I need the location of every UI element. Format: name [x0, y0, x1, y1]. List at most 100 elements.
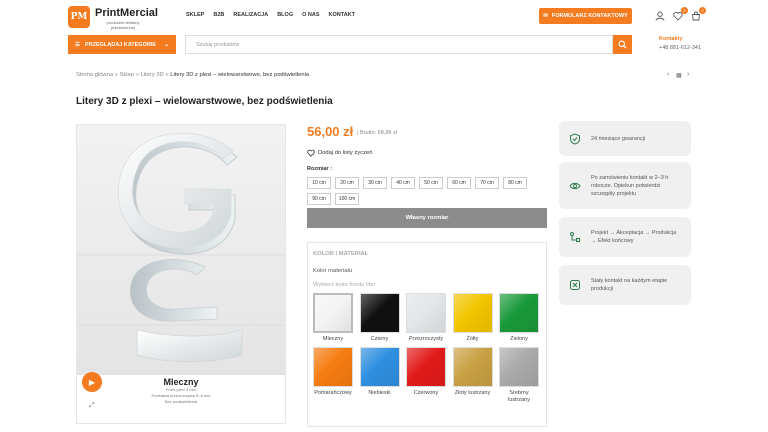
size-option[interactable]: 100 cm	[335, 193, 359, 205]
color-swatch-label: Pomarańczowy	[314, 390, 352, 396]
color-swatch[interactable]: Zielony	[499, 293, 539, 343]
breadcrumb-category[interactable]: Litery 3D	[141, 72, 164, 78]
color-swatch[interactable]: Przezroczysty	[406, 293, 446, 343]
breadcrumb-separator: »	[114, 72, 118, 78]
color-label: Kolor materiału	[313, 268, 352, 274]
breadcrumb-shop[interactable]: Sklep	[120, 72, 135, 78]
add-to-wishlist-label: Dodaj do listy życzeń	[318, 150, 373, 156]
grid-icon[interactable]: ▦	[676, 72, 682, 79]
info-card-text: Projekt → Akceptacja → Produkcja → Efekt…	[591, 230, 677, 244]
browse-categories-label: PRZEGLĄDAJ KATEGORIE	[84, 41, 157, 48]
logo-mark[interactable]: PM	[68, 6, 90, 28]
color-swatch[interactable]: Niebieski	[359, 347, 400, 404]
breadcrumb: Strona główna » Sklep » Litery 3D » Lite…	[76, 72, 309, 78]
gross-price: | Brutto: 68,88 zł	[357, 130, 397, 136]
size-option[interactable]: 10 cm	[307, 177, 331, 189]
info-card-contact-time: Po zamówieniu kontakt w 2–3 h robocze. O…	[559, 162, 691, 209]
color-swatch-sample	[499, 347, 539, 387]
breadcrumb-separator: »	[135, 72, 139, 78]
color-swatch-label: Mleczny	[322, 336, 344, 342]
cart-icon[interactable]: 0	[690, 7, 706, 22]
browse-categories-button[interactable]: ☰ PRZEGLĄDAJ KATEGORIE ⌄	[68, 35, 176, 54]
workflow-icon	[568, 230, 582, 244]
color-swatches: Mleczny Czarny Przezroczysty Żółty Zielony Po…	[313, 293, 543, 404]
color-swatch-label: Srebrny lustrzany	[507, 390, 530, 403]
size-option[interactable]: 90 cm	[307, 193, 331, 205]
main-nav: SKLEP B2B REALIZACJA BLOG O NAS KONTAKT	[186, 12, 355, 18]
breadcrumb-home[interactable]: Strona główna	[76, 72, 113, 78]
color-swatch-sample	[452, 293, 493, 333]
nav-item-o-nas[interactable]: O NAS	[302, 12, 319, 18]
search-input[interactable]: Szukaj produktów	[185, 35, 613, 54]
variant-line: Bez podświetlenia	[164, 399, 198, 404]
phone-number[interactable]: +48 881-612-341	[659, 45, 701, 51]
add-to-wishlist-button[interactable]: Dodaj do listy życzeń	[307, 149, 372, 157]
info-card-text: Stały kontakt na każdym etapie produkcji	[591, 278, 668, 292]
color-swatch-sample	[499, 293, 539, 333]
play-icon: ▶	[88, 377, 96, 387]
color-swatch[interactable]: Żółty	[452, 293, 493, 343]
cart-count-badge: 0	[699, 7, 706, 14]
next-product-icon[interactable]: ›	[687, 71, 689, 78]
product-price: 56,00 zł	[307, 124, 354, 139]
nav-item-kontakt[interactable]: KONTAKT	[329, 12, 355, 18]
info-card-support: Stały kontakt na każdym etapie produkcji	[559, 265, 691, 305]
info-card-text: 24 miesiące gwarancji	[591, 135, 646, 142]
color-swatch-label: Złoty lustrzany	[454, 390, 491, 396]
product-image	[77, 125, 285, 377]
color-swatch-sample	[406, 347, 446, 387]
color-swatch-label: Niebieski	[368, 390, 391, 396]
color-swatch[interactable]: Złoty lustrzany	[452, 347, 493, 404]
logo-name[interactable]: PrintMercial	[95, 7, 158, 19]
contact-label[interactable]: Kontakty	[659, 36, 683, 42]
heart-icon	[307, 149, 315, 157]
wishlist-icon[interactable]: 0	[672, 7, 688, 22]
info-card-workflow: Projekt → Akceptacja → Produkcja → Efekt…	[559, 217, 691, 257]
nav-item-sklep[interactable]: SKLEP	[186, 12, 204, 18]
size-option[interactable]: 60 cm	[447, 177, 471, 189]
breadcrumb-current: Litery 3D z plexi – wielowarstwowe, bez …	[170, 72, 310, 78]
account-icon[interactable]	[654, 10, 666, 22]
color-swatch-sample	[313, 293, 353, 333]
color-swatch-sample	[313, 347, 353, 387]
support-icon	[568, 278, 582, 292]
variant-name: Mleczny	[163, 377, 199, 387]
search-button[interactable]	[613, 35, 632, 54]
color-swatch-label: Czarny	[370, 336, 389, 342]
size-option[interactable]: 40 cm	[391, 177, 415, 189]
color-swatch-label: Żółty	[466, 336, 479, 342]
mail-icon: ✉	[543, 13, 548, 19]
color-swatch[interactable]: Mleczny	[313, 293, 353, 343]
contact-form-button[interactable]: ✉ FORMULARZ KONTAKTOWY	[539, 8, 632, 24]
product-title: Litery 3D z plexi – wielowarstwowe, bez …	[76, 96, 333, 107]
color-swatch[interactable]: Srebrny lustrzany	[499, 347, 539, 404]
material-panel-heading: KOLOR I MATERIAŁ	[313, 251, 369, 257]
eye-icon	[568, 179, 582, 193]
size-option[interactable]: 50 cm	[419, 177, 443, 189]
size-label: Rozmiar :	[307, 166, 333, 172]
nav-item-b2b[interactable]: B2B	[213, 12, 224, 18]
zoom-icon[interactable]: ⤢	[89, 402, 95, 410]
size-option[interactable]: 30 cm	[363, 177, 387, 189]
color-swatch-sample	[406, 293, 446, 333]
play-video-button[interactable]: ▶	[82, 372, 102, 392]
shield-check-icon	[568, 132, 582, 146]
color-swatch[interactable]: Czarny	[359, 293, 400, 343]
search-icon	[618, 40, 627, 49]
color-hint: Wybierz kolor frontu liter	[313, 282, 376, 288]
size-option[interactable]: 20 cm	[335, 177, 359, 189]
product-gallery[interactable]: Mleczny Front plexi 3 mm Podstawa przezr…	[76, 124, 286, 424]
chevron-down-icon: ⌄	[163, 42, 169, 48]
nav-item-blog[interactable]: BLOG	[277, 12, 293, 18]
nav-item-realizacja[interactable]: REALIZACJA	[233, 12, 268, 18]
color-swatch[interactable]: Czerwony	[406, 347, 446, 404]
size-option[interactable]: 70 cm	[475, 177, 499, 189]
color-swatch-sample	[452, 347, 493, 387]
prev-product-icon[interactable]: ‹	[667, 71, 669, 78]
size-options: 10 cm 20 cm 30 cm 40 cm 50 cm 60 cm 70 c…	[307, 177, 547, 205]
info-card-warranty: 24 miesiące gwarancji	[559, 121, 691, 156]
color-swatch[interactable]: Pomarańczowy	[313, 347, 353, 404]
size-option[interactable]: 80 cm	[503, 177, 527, 189]
menu-icon: ☰	[75, 41, 80, 48]
custom-size-button[interactable]: Własny rozmiar	[307, 208, 547, 228]
